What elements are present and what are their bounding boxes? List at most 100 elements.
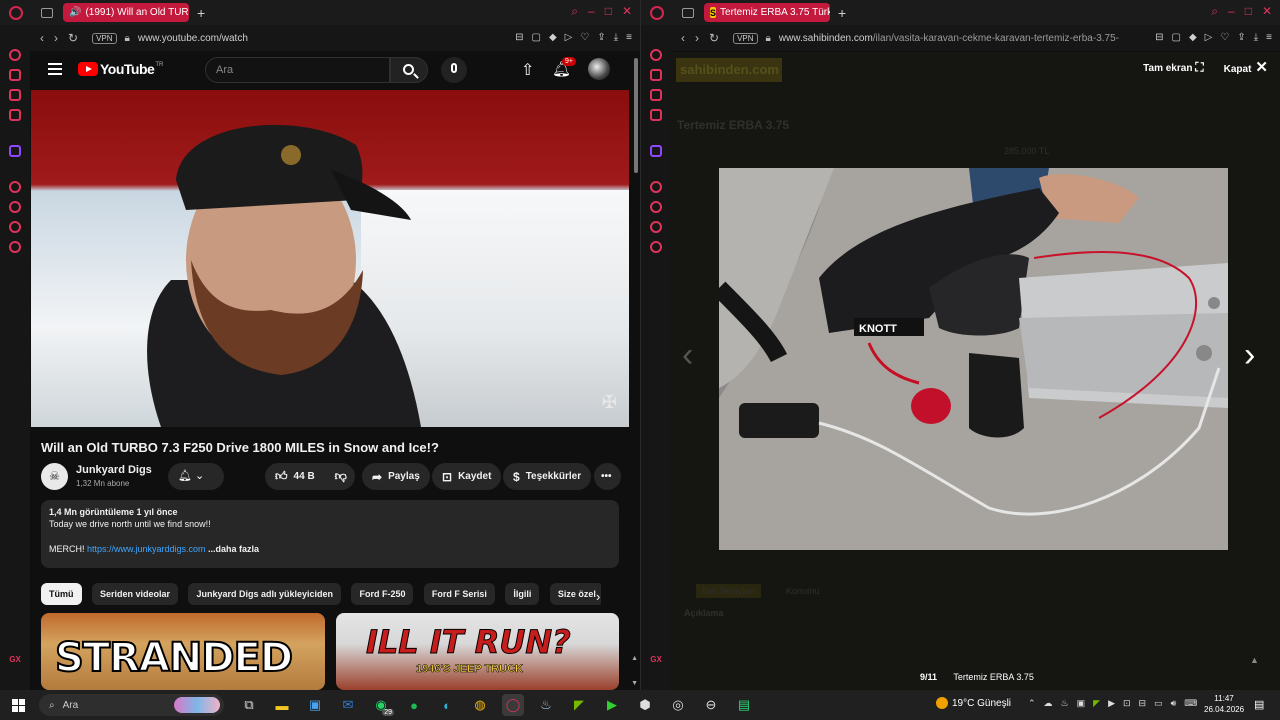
pin-icon[interactable]: ⊟ [515,32,523,43]
tray-app-icon[interactable]: ⊟ [1139,698,1147,709]
chip-series[interactable]: Seriden videolar [91,583,178,605]
chip-all[interactable]: Tümü [41,583,82,605]
player-icon[interactable]: ▷ [1205,32,1213,43]
lock-icon[interactable]: 🔒︎ [766,33,771,44]
tab-manager-icon[interactable] [41,7,53,18]
more-actions-button[interactable]: ••• [594,463,621,490]
menu-icon[interactable]: ≡ [1266,32,1272,43]
like-icon[interactable]: 👍︎ [275,469,288,484]
opera-gx-icon[interactable]: ◯ [502,694,524,716]
chip-ford-f-series[interactable]: Ford F Serisi [423,583,495,605]
edge-icon[interactable]: ◐ [436,694,458,716]
maximize-button[interactable]: □ [1245,4,1252,19]
tab-manager-icon[interactable] [682,7,694,18]
tab-sahibinden[interactable]: S Tertemiz ERBA 3.75 Türkiy [704,3,830,22]
search-button[interactable] [390,57,428,83]
history-icon[interactable] [650,181,662,193]
save-button[interactable]: ⊡ Kaydet [432,463,502,490]
scroll-up-arrow-icon[interactable]: ▲ [631,655,638,662]
new-tab-button[interactable]: + [197,5,205,21]
reload-icon[interactable]: ↻ [68,31,78,45]
show-more-link[interactable]: ...daha fazla [206,544,259,554]
lock-icon[interactable]: 🔒︎ [125,33,130,44]
channel-watermark-icon[interactable]: ✠ [602,392,617,413]
audio-playing-icon[interactable]: 🔊 [69,7,81,18]
outlook-icon[interactable]: ✉ [337,694,359,716]
download-icon[interactable]: ⤓ [614,32,618,43]
video-description[interactable]: 1,4 Mn görüntüleme 1 yıl önce Today we d… [41,500,619,568]
twitch-icon[interactable] [9,145,21,157]
gx-corner-icon[interactable]: GX [650,655,662,664]
channel-avatar[interactable]: ☠ [41,463,68,490]
snapshot-icon[interactable]: ▢ [532,32,541,43]
related-video-thumbnail[interactable]: ILL IT RUN? 1946'S JEEP TRUCK [336,613,619,690]
tray-app-icon[interactable]: ☁ [1044,698,1053,709]
twitch-icon[interactable] [650,145,662,157]
history-icon[interactable] [9,181,21,193]
channel-name[interactable]: Junkyard Digs [76,464,152,476]
extensions-icon[interactable] [650,221,662,233]
close-window-button[interactable]: ✕ [1262,4,1272,19]
merch-link[interactable]: https://www.junkyarddigs.com [87,544,206,554]
dislike-icon[interactable]: 👎︎ [335,469,347,484]
share-button[interactable]: ➦ Paylaş [362,463,430,490]
page-scrollbar[interactable] [634,58,638,173]
related-video-thumbnail[interactable]: STRANDED [41,613,325,690]
music-player-icon[interactable] [650,109,662,121]
player-icon[interactable]: ▷ [565,32,573,43]
task-view-icon[interactable]: ⧉ [238,694,260,716]
app-green-icon[interactable]: ▤ [733,694,755,716]
forward-icon[interactable]: › [54,31,58,45]
tray-app-icon[interactable]: ⊡ [1123,698,1131,709]
pin-icon[interactable]: ⊟ [1155,32,1163,43]
download-icon[interactable]: ⤓ [1254,32,1258,43]
clock-icon[interactable] [9,201,21,213]
account-avatar[interactable] [588,58,610,80]
youtube-logo[interactable]: YouTube TR [78,61,163,77]
next-photo-arrow-icon[interactable]: › [1244,336,1255,375]
chip-ford-f250[interactable]: Ford F-250 [351,583,414,605]
app-minus-icon[interactable]: ⊖ [700,694,722,716]
share-icon[interactable]: ⇪ [1237,32,1245,43]
tray-app-icon[interactable]: ▶ [1108,698,1115,709]
scroll-top-icon[interactable]: ▲ [1250,655,1259,665]
chips-next-arrow-icon[interactable]: › [596,589,600,604]
opera-menu-icon[interactable] [9,5,23,20]
aria-icon[interactable] [650,69,662,81]
close-lightbox-button[interactable]: Kapat ✕ [1224,58,1268,76]
steam-icon[interactable]: ♨ [535,694,557,716]
url-field[interactable]: www.sahibinden.com/ilan/vasita-karavan-c… [779,33,1119,44]
microsoft-store-icon[interactable]: ▣ [304,694,326,716]
reload-icon[interactable]: ↻ [709,31,719,45]
tray-expand-icon[interactable]: ⌃ [1028,698,1036,709]
like-count[interactable]: 44 B [294,471,315,482]
chip-related[interactable]: İlgili [505,583,540,605]
file-explorer-icon[interactable]: ▬ [271,694,293,716]
taskbar-search[interactable]: ⌕ Ara [39,694,224,716]
start-button[interactable] [12,698,25,712]
back-icon[interactable]: ‹ [681,31,685,45]
weather-widget[interactable]: 19°C Güneşli [936,697,1011,709]
tray-app-icon[interactable]: ◤ [1093,698,1100,709]
vpn-badge[interactable]: VPN [733,32,758,44]
search-tabs-icon[interactable]: ⌕ [571,4,578,19]
close-window-button[interactable]: ✕ [622,4,632,19]
chrome-icon[interactable]: ◍ [469,694,491,716]
aria-icon[interactable] [9,69,21,81]
tray-app-icon[interactable]: ▣ [1077,698,1086,709]
chip-uploader[interactable]: Junkyard Digs adlı yükleyiciden [188,583,341,605]
app-circle-icon[interactable]: ◎ [667,694,689,716]
previous-photo-arrow-icon[interactable]: ‹ [682,336,693,375]
taskbar-clock[interactable]: 11:47 26.04.2026 [1204,693,1244,715]
language-icon[interactable]: ⌨ [1184,698,1197,709]
scroll-down-arrow-icon[interactable]: ▼ [631,680,638,687]
subscription-bell-button[interactable]: 🔔︎ ⌄ [168,463,224,490]
share-icon[interactable]: ⇪ [597,32,605,43]
forward-icon[interactable]: › [695,31,699,45]
gx-corner-icon[interactable]: GX [9,655,21,664]
clock-icon[interactable] [650,201,662,213]
nvidia-icon[interactable]: ◤ [568,694,590,716]
obs-icon[interactable]: ⬢ [634,694,656,716]
messenger-icon[interactable] [9,89,21,101]
chip-for-you[interactable]: Size özel [549,583,601,605]
